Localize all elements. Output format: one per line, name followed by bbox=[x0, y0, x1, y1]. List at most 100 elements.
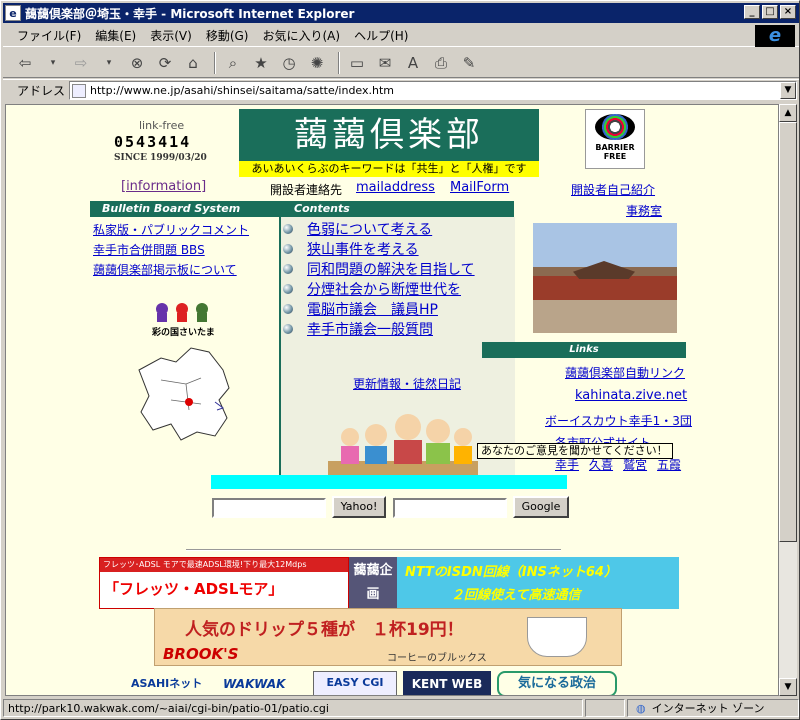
bullet-icon bbox=[283, 304, 293, 314]
link-item[interactable]: kahinata.zive.net bbox=[575, 388, 687, 403]
contents-item: 色弱について考える bbox=[281, 219, 515, 239]
contents-link[interactable]: 幸手市議会一般質問 bbox=[307, 319, 433, 339]
contents-link[interactable]: 狭山事件を考える bbox=[307, 239, 419, 259]
forward-icon[interactable]: ⇨ bbox=[69, 51, 93, 75]
bbs-header: Bulletin Board System bbox=[90, 201, 280, 217]
office-link[interactable]: 事務室 bbox=[626, 202, 662, 219]
history-icon[interactable]: ◷ bbox=[277, 51, 301, 75]
google-search-input[interactable] bbox=[393, 498, 507, 518]
fullscreen-icon[interactable]: ▭ bbox=[345, 51, 369, 75]
adsl-banner[interactable]: フレッツ･ADSL モアで最速ADSL環境!下り最大12Mdps 「フレッツ・A… bbox=[99, 557, 679, 609]
menu-edit[interactable]: 編集(E) bbox=[95, 27, 136, 44]
ie-logo-icon: e bbox=[755, 25, 795, 47]
scroll-down-icon[interactable]: ▼ bbox=[779, 678, 797, 696]
wakwak-banner[interactable]: WAKWAK bbox=[223, 671, 307, 695]
toolbar-divider bbox=[214, 51, 216, 74]
bullet-icon bbox=[283, 244, 293, 254]
yahoo-search-input[interactable] bbox=[212, 498, 326, 518]
bbs-link[interactable]: 幸手市合併問題 BBS bbox=[93, 241, 205, 258]
ie-page-icon: e bbox=[5, 5, 21, 21]
menu-favorites[interactable]: お気に入り(A) bbox=[262, 27, 340, 44]
eye-icon bbox=[595, 114, 635, 140]
mailform-link[interactable]: MailForm bbox=[450, 180, 509, 195]
status-bar: http://park10.wakwak.com/~aiai/cgi-bin/p… bbox=[3, 698, 799, 718]
toolbar: ⇦ ▾ ⇨ ▾ ⊗ ⟳ ⌂ ⌕ ★ ◷ ✺ ▭ ✉ A ⎙ ✎ bbox=[3, 48, 799, 78]
maximize-button[interactable]: □ bbox=[762, 5, 778, 19]
refresh-icon[interactable]: ⟳ bbox=[153, 51, 177, 75]
google-search-button[interactable]: Google bbox=[513, 496, 569, 518]
mailaddress-link[interactable]: mailaddress bbox=[356, 180, 435, 195]
address-url: http://www.ne.jp/asahi/shinsei/saitama/s… bbox=[90, 84, 395, 97]
bullet-icon bbox=[283, 224, 293, 234]
adsl-banner-title: 「フレッツ・ADSLモア」 bbox=[104, 580, 284, 598]
tooltip: あなたのご意見を聞かせてください！ bbox=[477, 443, 673, 459]
channels-icon[interactable]: ✺ bbox=[305, 51, 329, 75]
isdn-banner-line2: ２回線使えて高速通信 bbox=[451, 588, 581, 603]
barrier-free-badge[interactable]: BARRIER FREE bbox=[585, 109, 645, 169]
horizontal-rule bbox=[186, 549, 561, 551]
bbs-link[interactable]: 藹藹倶楽部掲示板について bbox=[93, 261, 237, 278]
back-dropdown-icon[interactable]: ▾ bbox=[41, 51, 65, 75]
link-item[interactable]: ボーイスカウト幸手1・3団 bbox=[545, 412, 692, 429]
since-date: SINCE 1999/03/20 bbox=[114, 153, 207, 163]
contents-item: 分煙社会から断煙世代を bbox=[281, 279, 515, 299]
contents-link[interactable]: 同和問題の解決を目指して bbox=[307, 259, 475, 279]
contents-header: Contents bbox=[280, 201, 514, 217]
vertical-scrollbar[interactable]: ▲ ▼ bbox=[779, 104, 797, 696]
address-dropdown-icon[interactable]: ▼ bbox=[780, 82, 797, 99]
menu-view[interactable]: 表示(V) bbox=[150, 27, 192, 44]
address-input[interactable]: http://www.ne.jp/asahi/shinsei/saitama/s… bbox=[69, 81, 798, 100]
contact-label: 開設者連絡先 bbox=[270, 183, 343, 197]
stop-icon[interactable]: ⊗ bbox=[125, 51, 149, 75]
politics-banner[interactable]: 気になる政治 bbox=[497, 671, 617, 695]
easycgi-banner[interactable]: EASY CGI bbox=[313, 671, 397, 695]
family-illustration-icon bbox=[328, 414, 478, 475]
contents-link[interactable]: 分煙社会から断煙世代を bbox=[307, 279, 461, 299]
adsl-banner-left: フレッツ･ADSL モアで最速ADSL環境!下り最大12Mdps 「フレッツ・A… bbox=[99, 557, 349, 609]
contents-item: 電脳市議会 議員HP bbox=[281, 299, 515, 319]
close-button[interactable]: × bbox=[780, 5, 796, 19]
window-title: 藹藹倶楽部＠埼玉・幸手 - Microsoft Internet Explore… bbox=[25, 6, 355, 21]
information-link[interactable]: [information] bbox=[121, 179, 206, 194]
edit-icon[interactable]: ✎ bbox=[457, 51, 481, 75]
mail-icon[interactable]: ✉ bbox=[373, 51, 397, 75]
forward-dropdown-icon[interactable]: ▾ bbox=[97, 51, 121, 75]
isdn-banner: NTTのISDN回線（INSネット64） ２回線使えて高速通信 bbox=[397, 557, 679, 609]
self-intro-link[interactable]: 開設者自己紹介 bbox=[571, 181, 655, 198]
isdn-banner-line1: NTTのISDN回線（INSネット64） bbox=[405, 565, 617, 580]
saitama-mascot-icon bbox=[156, 303, 208, 322]
yahoo-search-button[interactable]: Yahoo! bbox=[332, 496, 386, 518]
scroll-thumb[interactable] bbox=[779, 122, 797, 542]
contents-link[interactable]: 電脳市議会 議員HP bbox=[307, 299, 438, 319]
kentweb-banner[interactable]: KENT WEB bbox=[403, 671, 491, 695]
menu-file[interactable]: ファイル(F) bbox=[17, 27, 81, 44]
update-link[interactable]: 更新情報・徒然日記 bbox=[353, 375, 461, 392]
menu-help[interactable]: ヘルプ(H) bbox=[354, 27, 408, 44]
home-icon[interactable]: ⌂ bbox=[181, 51, 205, 75]
scroll-up-icon[interactable]: ▲ bbox=[779, 104, 797, 122]
asahi-banner[interactable]: ASAHIネット bbox=[131, 671, 217, 695]
contents-link[interactable]: 色弱について考える bbox=[307, 219, 432, 239]
back-icon[interactable]: ⇦ bbox=[13, 51, 37, 75]
temple-photo bbox=[533, 223, 677, 333]
bullet-icon bbox=[283, 324, 293, 334]
adsl-banner-mid: 藹藹企画 bbox=[349, 557, 397, 609]
search-icon[interactable]: ⌕ bbox=[221, 51, 245, 75]
browser-window: e 藹藹倶楽部＠埼玉・幸手 - Microsoft Internet Explo… bbox=[0, 0, 800, 720]
page-content: link-free 0543414 SINCE 1999/03/20 藹藹倶楽部… bbox=[5, 104, 779, 696]
contents-item: 同和問題の解決を目指して bbox=[281, 259, 515, 279]
status-url: http://park10.wakwak.com/~aiai/cgi-bin/p… bbox=[3, 699, 583, 717]
links-header: Links bbox=[482, 342, 686, 358]
saitama-label: 彩の国さいたま bbox=[152, 328, 215, 338]
address-bar: アドレス http://www.ne.jp/asahi/shinsei/sait… bbox=[3, 79, 799, 101]
contents-item: 幸手市議会一般質問 bbox=[281, 319, 515, 339]
menu-bar: ファイル(F) 編集(E) 表示(V) 移動(G) お気に入り(A) ヘルプ(H… bbox=[3, 25, 799, 47]
print-icon[interactable]: ⎙ bbox=[429, 51, 453, 75]
minimize-button[interactable]: _ bbox=[744, 5, 760, 19]
menu-go[interactable]: 移動(G) bbox=[206, 27, 249, 44]
favorites-icon[interactable]: ★ bbox=[249, 51, 273, 75]
bbs-link[interactable]: 私家版・パブリックコメント bbox=[93, 221, 249, 238]
link-item[interactable]: 藹藹倶楽部自動リンク bbox=[565, 364, 685, 381]
coffee-banner[interactable]: 人気のドリップ５種が １杯19円！ BROOK'S コーヒーのブルックス bbox=[154, 608, 622, 666]
font-size-icon[interactable]: A bbox=[401, 51, 425, 75]
